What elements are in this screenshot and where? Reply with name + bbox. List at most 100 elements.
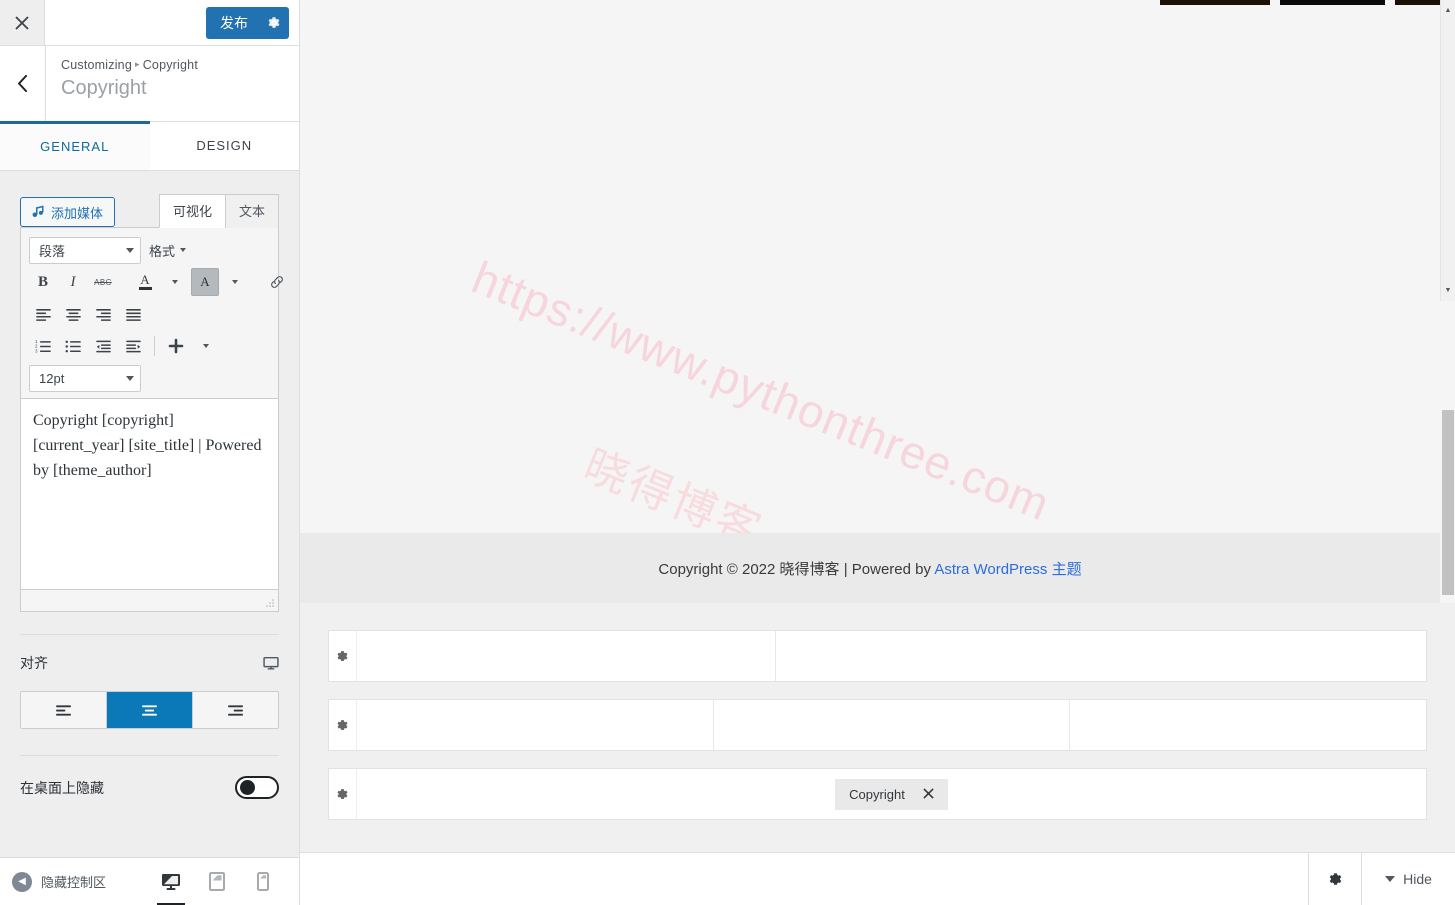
breadcrumb-current: Copyright bbox=[142, 58, 199, 72]
add-media-label: 添加媒体 bbox=[51, 205, 104, 221]
customizer-screen: 发布 Customizing ▸ Copyright Copyright GEN… bbox=[0, 0, 1455, 905]
text-color-dropdown[interactable] bbox=[161, 268, 189, 296]
customizer-sidebar: 发布 Customizing ▸ Copyright Copyright GEN… bbox=[0, 0, 300, 905]
device-tablet-button[interactable] bbox=[203, 860, 231, 905]
add-media-button[interactable]: 添加媒体 bbox=[20, 197, 116, 227]
italic-button[interactable]: I bbox=[59, 268, 87, 296]
site-preview-frame: https://www.pythonthree.com 晓得博客 Copyrig… bbox=[300, 0, 1455, 603]
numbered-list-button[interactable]: 1 2 3 bbox=[29, 332, 57, 360]
footer-builder: Copyright bbox=[300, 603, 1455, 852]
row-settings-gear-button[interactable] bbox=[329, 700, 357, 750]
insert-link-button[interactable] bbox=[263, 268, 291, 296]
chevron-down-icon bbox=[232, 280, 238, 284]
paragraph-style-select[interactable]: 段落 bbox=[29, 236, 141, 264]
strikethrough-button[interactable]: ABC bbox=[89, 268, 117, 296]
close-x-icon bbox=[923, 787, 934, 799]
toggle-knob bbox=[240, 780, 255, 795]
site-footer-copyright: Copyright © 2022 晓得博客 | Powered by Astra… bbox=[658, 558, 1081, 579]
footer-column-drop-zone[interactable] bbox=[357, 700, 714, 750]
font-size-select[interactable]: 12pt bbox=[29, 364, 141, 392]
panel-header: Customizing ▸ Copyright Copyright bbox=[0, 46, 299, 122]
align-right-option[interactable] bbox=[193, 692, 278, 728]
align-right-icon bbox=[228, 704, 243, 716]
copyright-element-chip[interactable]: Copyright bbox=[835, 778, 948, 810]
footer-column-drop-zone[interactable] bbox=[776, 631, 1426, 681]
tab-general[interactable]: GENERAL bbox=[0, 121, 150, 170]
collapse-sidebar-button[interactable]: ◀ 隐藏控制区 bbox=[12, 871, 106, 892]
footer-builder-settings-button[interactable] bbox=[1308, 853, 1361, 905]
footer-column-drop-zone[interactable] bbox=[714, 700, 1071, 750]
publish-settings-button[interactable] bbox=[259, 7, 289, 39]
preview-bottom-bar: Hide bbox=[300, 852, 1455, 905]
preview-scrollbar-thumb[interactable] bbox=[1442, 410, 1454, 595]
device-mobile-button[interactable] bbox=[249, 860, 277, 905]
gear-icon bbox=[337, 788, 348, 799]
toolbar-row-2: B I ABC A A bbox=[29, 266, 283, 298]
close-customizer-button[interactable] bbox=[0, 0, 45, 45]
tab-visual[interactable]: 可视化 bbox=[158, 194, 226, 228]
astra-theme-link[interactable]: Astra WordPress 主题 bbox=[934, 561, 1081, 578]
outdent-button[interactable] bbox=[89, 332, 117, 360]
watermark-url: https://www.pythonthree.com bbox=[465, 250, 1058, 531]
resize-handle[interactable] bbox=[265, 598, 275, 608]
bold-button[interactable]: B bbox=[29, 268, 57, 296]
publish-button[interactable]: 发布 bbox=[206, 7, 259, 39]
bulleted-list-button[interactable] bbox=[59, 332, 87, 360]
hide-on-desktop-toggle[interactable] bbox=[235, 776, 279, 799]
align-justify-icon bbox=[125, 308, 141, 321]
link-icon bbox=[271, 276, 283, 288]
align-left-option[interactable] bbox=[21, 692, 107, 728]
background-color-dropdown[interactable] bbox=[221, 268, 249, 296]
remove-copyright-button[interactable] bbox=[923, 787, 934, 802]
align-center-button[interactable] bbox=[59, 300, 87, 328]
row-settings-gear-button[interactable] bbox=[329, 769, 357, 819]
align-center-option[interactable] bbox=[107, 692, 193, 728]
align-center-icon bbox=[65, 308, 81, 321]
alignment-segmented-control bbox=[20, 691, 279, 729]
format-menu-label: 格式 bbox=[149, 243, 176, 259]
outdent-icon bbox=[95, 340, 111, 352]
unordered-list-icon bbox=[65, 340, 81, 352]
align-left-icon bbox=[56, 704, 71, 716]
hide-footer-builder-button[interactable]: Hide bbox=[1361, 853, 1455, 905]
preview-pane: https://www.pythonthree.com 晓得博客 Copyrig… bbox=[300, 0, 1455, 905]
editor-content-area[interactable]: Copyright [copyright] [current_year] [si… bbox=[20, 398, 279, 590]
chevron-down-icon bbox=[180, 248, 187, 252]
align-left-button[interactable] bbox=[29, 300, 57, 328]
desktop-icon bbox=[263, 656, 279, 670]
scroll-up-arrow-icon[interactable]: ▲ bbox=[1441, 3, 1455, 18]
device-desktop-button[interactable] bbox=[157, 860, 185, 905]
site-footer-preview: Copyright © 2022 晓得博客 | Powered by Astra… bbox=[300, 533, 1440, 603]
align-justify-button[interactable] bbox=[119, 300, 147, 328]
tab-text[interactable]: 文本 bbox=[224, 194, 279, 228]
chevron-down-icon bbox=[126, 247, 134, 253]
add-media-icon bbox=[32, 205, 44, 217]
customizer-header: 发布 bbox=[0, 0, 299, 46]
preview-scrollbar[interactable]: ▲ ▼ bbox=[1440, 0, 1455, 595]
editor-mode-tabs: 可视化 文本 bbox=[158, 193, 279, 228]
responsive-device-toggle[interactable] bbox=[263, 656, 279, 671]
text-color-button[interactable]: A bbox=[131, 268, 159, 296]
clipped-bar-2 bbox=[1280, 0, 1385, 5]
insert-more-button[interactable] bbox=[162, 332, 190, 360]
format-menu-button[interactable]: 格式 bbox=[143, 237, 192, 264]
hide-on-desktop-control: 在桌面上隐藏 bbox=[0, 756, 299, 799]
footer-column-drop-zone[interactable] bbox=[1070, 700, 1426, 750]
breadcrumb-root[interactable]: Customizing bbox=[61, 58, 132, 72]
scroll-down-arrow-icon[interactable]: ▼ bbox=[1441, 283, 1455, 298]
gear-icon bbox=[337, 719, 348, 730]
chevron-down-icon bbox=[1385, 876, 1396, 882]
publish-button-group[interactable]: 发布 bbox=[206, 6, 289, 39]
insert-more-dropdown[interactable] bbox=[192, 332, 220, 360]
align-right-button[interactable] bbox=[89, 300, 117, 328]
indent-button[interactable] bbox=[119, 332, 147, 360]
tab-design[interactable]: DESIGN bbox=[149, 122, 299, 170]
toolbar-row-3 bbox=[29, 298, 270, 330]
footer-column-drop-zone[interactable]: Copyright bbox=[357, 769, 1426, 819]
editor-toolbar: 段落 格式 B I ABC A A 1 2 3 12pt bbox=[20, 227, 283, 398]
footer-column-drop-zone[interactable] bbox=[357, 631, 776, 681]
row-settings-gear-button[interactable] bbox=[329, 631, 357, 681]
back-button[interactable] bbox=[0, 46, 46, 121]
background-color-button[interactable]: A bbox=[191, 268, 219, 296]
toolbar-row-4: 1 2 3 bbox=[29, 330, 270, 362]
